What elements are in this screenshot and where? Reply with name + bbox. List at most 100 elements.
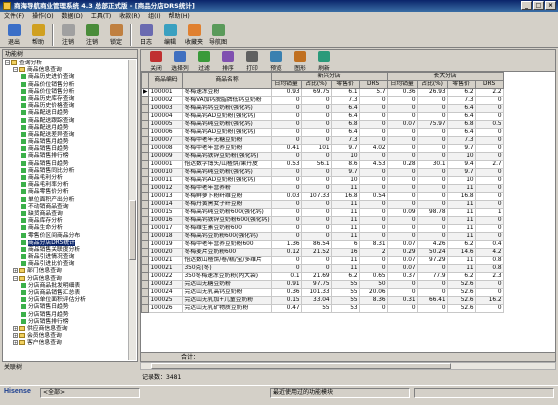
table-cell[interactable]: 16.2 bbox=[474, 296, 504, 305]
table-cell[interactable]: 冬梅高钙AD豆奶粉(强化钙) bbox=[182, 176, 272, 185]
table-cell[interactable]: 7.3 bbox=[446, 96, 476, 105]
tree-folder[interactable]: + 会员信息查询 bbox=[5, 333, 129, 340]
table-cell[interactable]: 0 bbox=[300, 232, 332, 241]
table-cell[interactable]: 4.02 bbox=[358, 144, 388, 153]
table-row[interactable]: 100024 完达山无乳高钙豆奶粉 0.36 101.33 55 20.06 0 0 52.6 0 bbox=[141, 288, 504, 297]
table-cell[interactable]: 6.4 bbox=[446, 104, 476, 113]
table-cell[interactable]: 0 bbox=[386, 168, 418, 177]
table-row[interactable]: 100010 冬梅高钙纯豆奶粉(强化钙) 0 0 9.7 0 0 0 9.7 0 bbox=[141, 168, 504, 177]
table-cell[interactable]: 0 bbox=[358, 256, 388, 265]
table-cell[interactable]: 0.28 bbox=[386, 160, 418, 169]
table-cell[interactable]: 100020 bbox=[148, 248, 184, 257]
table-cell[interactable]: 0 bbox=[358, 136, 388, 145]
table-cell[interactable]: 6.4 bbox=[330, 104, 360, 113]
table-cell[interactable]: 0 bbox=[300, 120, 332, 129]
table-cell[interactable]: 0 bbox=[386, 144, 418, 153]
table-cell[interactable]: 0 bbox=[416, 264, 448, 273]
table-cell[interactable]: 0 bbox=[386, 128, 418, 137]
column-header[interactable]: 日均销量 bbox=[386, 80, 418, 89]
table-cell[interactable]: 0.4 bbox=[474, 240, 504, 249]
table-cell[interactable]: 0 bbox=[358, 224, 388, 233]
table-cell[interactable]: 0 bbox=[386, 232, 418, 241]
table-row[interactable]: 100004 冬梅高钙AD豆奶粉(强化钙) 0 0 6.4 0 0 0 6.4 0 bbox=[141, 112, 504, 121]
tree-item[interactable]: 分店商品批发明细表 bbox=[5, 282, 129, 290]
table-row[interactable]: 100013 冬梅鲜萝卜粉纤维豆粉 0.03 107.33 16.8 0.54 0 0 16.8… bbox=[141, 192, 504, 201]
table-cell[interactable]: 0 bbox=[474, 184, 504, 193]
table-row[interactable]: 100019 冬梅中老年营养豆奶粉600 1.36 86.54 6 8.31 0.07 4.2… bbox=[141, 240, 504, 249]
table-cell[interactable]: 2.3 bbox=[474, 272, 504, 281]
column-header[interactable]: 占比(%) bbox=[300, 80, 332, 89]
table-cell[interactable]: 0 bbox=[358, 176, 388, 185]
column-header[interactable]: 占比(%) bbox=[416, 80, 448, 89]
print-button[interactable]: 打印 bbox=[241, 50, 263, 72]
toolbar-button-exit[interactable]: 退出 bbox=[2, 22, 26, 47]
table-cell[interactable]: 0 bbox=[386, 136, 418, 145]
table-row[interactable]: 100023 完达山无糖豆奶粉 0.91 97.75 55 50 0 0 52.6 0 bbox=[141, 280, 504, 289]
table-row[interactable]: 100012 冬梅中老年营养粉 0 0 11 0 0 0 11 0 bbox=[141, 184, 504, 193]
table-cell[interactable]: 0 bbox=[270, 136, 302, 145]
table-row[interactable]: 100011 冬梅高钙AD豆奶粉(强化钙) 0 0 10 0 0 0 10 0 bbox=[141, 176, 504, 185]
table-cell[interactable]: 6.2 bbox=[330, 272, 360, 281]
table-cell[interactable]: 50.24 bbox=[416, 248, 448, 257]
table-cell[interactable]: 0.29 bbox=[386, 248, 418, 257]
table-cell[interactable]: 6.4 bbox=[330, 112, 360, 121]
table-cell[interactable]: 冬梅中老年营养豆奶粉600 bbox=[182, 240, 272, 249]
table-cell[interactable]: 0 bbox=[300, 224, 332, 233]
table-cell[interactable]: 0 bbox=[270, 208, 302, 217]
tree-item[interactable]: 缺货商品查询 bbox=[5, 210, 129, 218]
table-row[interactable]: 100021 350克(冬) 0 0 11 0 0.07 0 11 0.8 bbox=[141, 264, 504, 273]
tree-item[interactable]: 商品销售关联度分析 bbox=[5, 246, 129, 254]
table-cell[interactable]: 0 bbox=[416, 224, 448, 233]
collapse-icon[interactable]: − bbox=[5, 60, 10, 65]
table-cell[interactable]: 2 bbox=[358, 248, 388, 257]
table-cell[interactable]: 75.97 bbox=[416, 120, 448, 129]
column-header[interactable]: DRS bbox=[474, 80, 504, 89]
tree-item[interactable]: 零售价区间商品分布 bbox=[5, 232, 129, 240]
table-cell[interactable]: 0.65 bbox=[358, 272, 388, 281]
tree-item[interactable]: 商品生命分析 bbox=[5, 225, 129, 232]
column-header[interactable]: 零售价 bbox=[446, 80, 476, 89]
table-cell[interactable]: 6.2 bbox=[446, 240, 476, 249]
table-cell[interactable]: 0 bbox=[474, 216, 504, 225]
table-cell[interactable]: 69.75 bbox=[300, 88, 332, 97]
table-cell[interactable]: 冬梅中老年无糖豆奶粉 bbox=[182, 136, 272, 145]
table-cell[interactable]: 11 bbox=[330, 184, 360, 193]
grid-scroll-thumb[interactable] bbox=[151, 363, 451, 369]
table-cell[interactable]: 完达山无乳高钙豆奶粉 bbox=[182, 288, 272, 297]
tree-item[interactable]: 不动销商品查询 bbox=[5, 203, 129, 211]
table-cell[interactable]: 11 bbox=[330, 216, 360, 225]
table-cell[interactable]: 0 bbox=[300, 256, 332, 265]
table-cell[interactable]: 0 bbox=[358, 96, 388, 105]
table-cell[interactable]: 100007 bbox=[148, 136, 184, 145]
table-row[interactable]: 100025 完达山无乳加+儿童豆奶粉 0.15 33.04 55 8.36 0.31 66.… bbox=[141, 296, 504, 305]
tree-item[interactable]: 商品配送日趋势 bbox=[5, 110, 129, 117]
table-cell[interactable]: 0 bbox=[270, 120, 302, 129]
table-cell[interactable]: 100003 bbox=[148, 104, 184, 113]
table-cell[interactable]: 0 bbox=[386, 104, 418, 113]
table-cell[interactable]: 0 bbox=[300, 152, 332, 161]
tree-item[interactable]: 商品配送跟踪查询 bbox=[5, 117, 129, 125]
table-cell[interactable]: 6.8 bbox=[330, 120, 360, 129]
table-cell[interactable]: 0.8 bbox=[474, 256, 504, 265]
table-cell[interactable]: 100001 bbox=[148, 88, 184, 97]
table-cell[interactable]: 完达山无乳加+儿童豆奶粉 bbox=[182, 296, 272, 305]
table-cell[interactable]: 86.54 bbox=[300, 240, 332, 249]
table-cell[interactable]: 0.31 bbox=[386, 296, 418, 305]
table-cell[interactable]: 0 bbox=[300, 136, 332, 145]
table-row[interactable]: 100014 冬梅丹黄黑女子纤豆粉 0 0 11 0 0 0 11 0 bbox=[141, 200, 504, 209]
table-cell[interactable]: 52.6 bbox=[446, 288, 476, 297]
table-cell[interactable]: 0 bbox=[416, 288, 448, 297]
table-cell[interactable]: 0.15 bbox=[270, 296, 302, 305]
collapse-icon[interactable]: − bbox=[13, 67, 18, 73]
table-cell[interactable]: 4.2 bbox=[474, 248, 504, 257]
table-cell[interactable]: 4.26 bbox=[416, 240, 448, 249]
table-cell[interactable]: 怡达数字博头/山楂饼/果丹皮 bbox=[182, 160, 272, 169]
toolbar-button-edit[interactable]: 编辑 bbox=[158, 22, 182, 47]
table-row[interactable]: 100021 怡达数山楂饼/卷/糕/宝/多维片 0 0 11 0 0.07 97.29 11 0.… bbox=[141, 256, 504, 265]
table-cell[interactable]: 0 bbox=[386, 192, 418, 201]
menu-item-2[interactable]: 数据(D) bbox=[62, 12, 83, 22]
tree-scrollbar[interactable] bbox=[128, 60, 136, 360]
table-cell[interactable]: 0 bbox=[270, 112, 302, 121]
table-cell[interactable]: 0.37 bbox=[386, 272, 418, 281]
grid-horizontal-scrollbar[interactable] bbox=[140, 362, 556, 370]
